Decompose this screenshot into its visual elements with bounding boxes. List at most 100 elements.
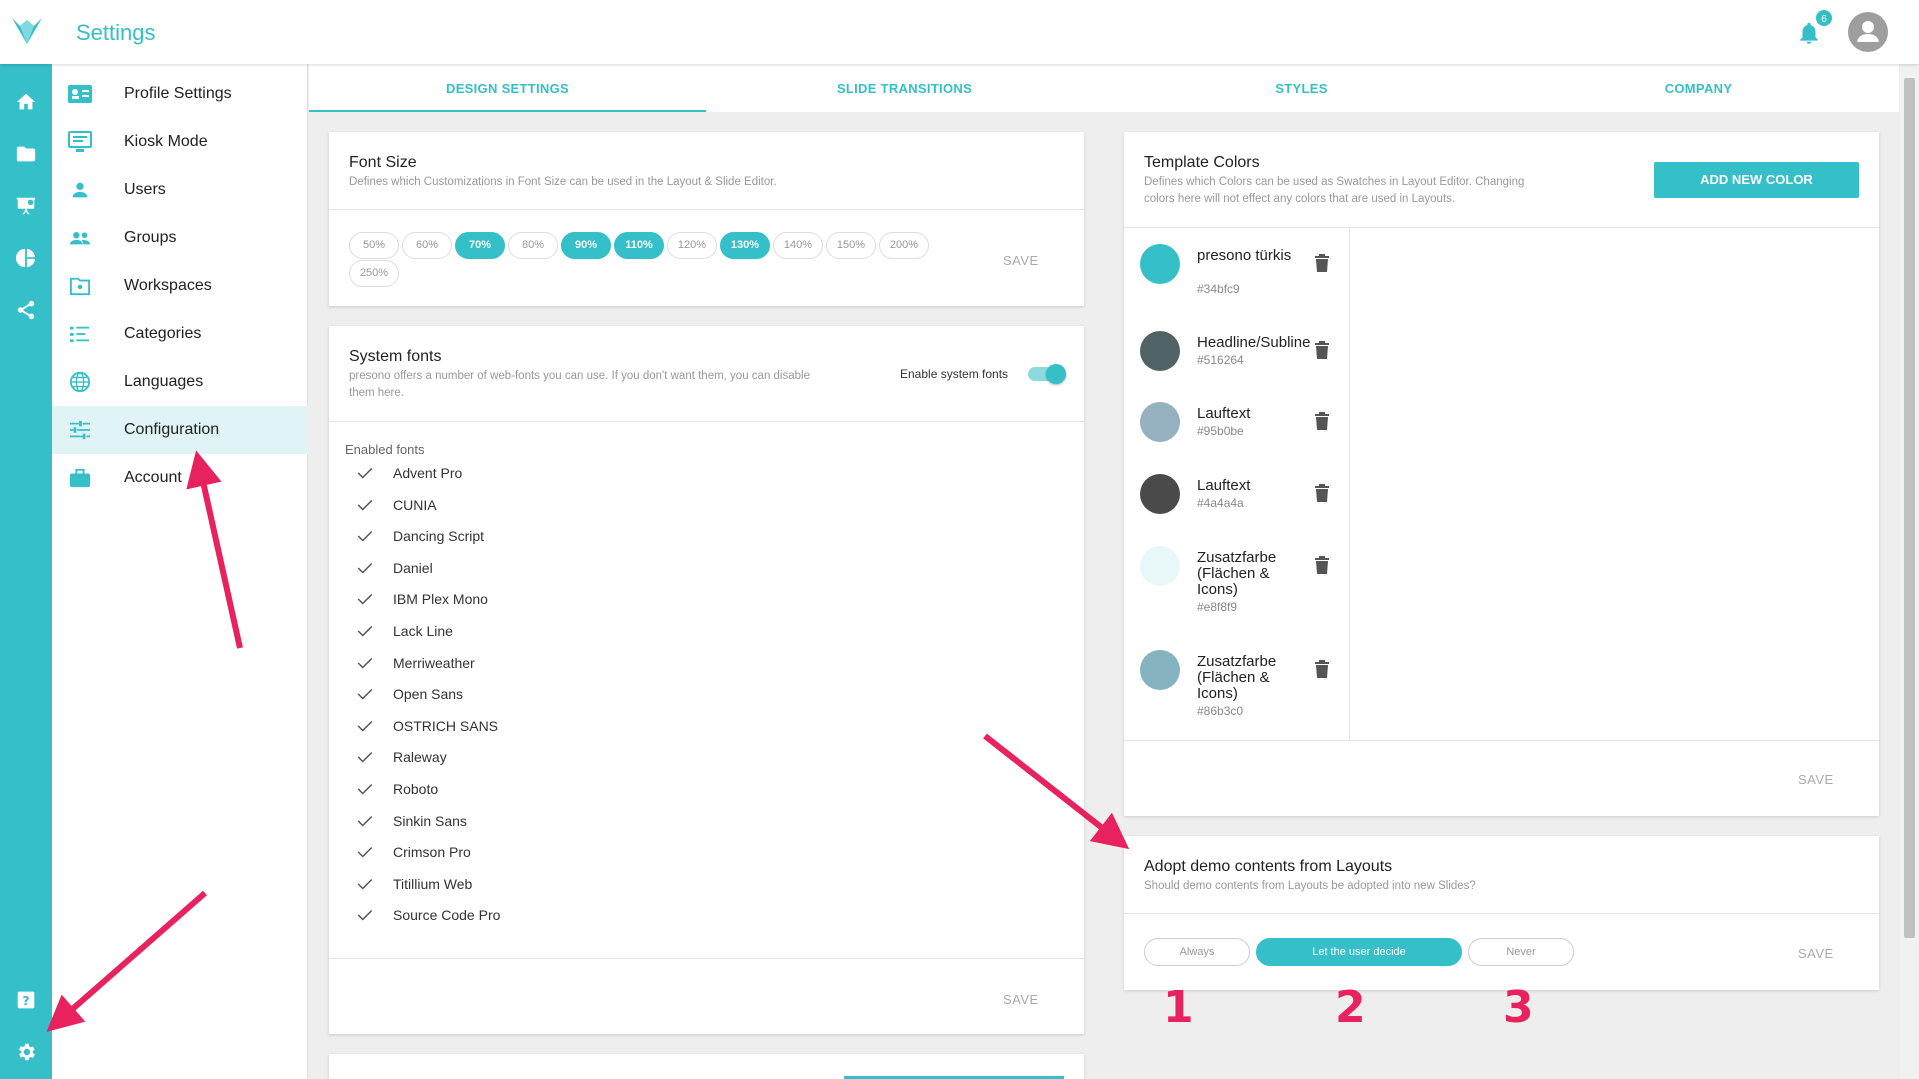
tab-design-settings[interactable]: DESIGN SETTINGS: [309, 64, 706, 112]
color-swatch[interactable]: [1140, 546, 1180, 586]
demo-contents-card: Adopt demo contents from Layouts Should …: [1124, 836, 1879, 990]
card-header: Template Colors Defines which Colors can…: [1124, 132, 1879, 228]
top-bar: Settings 6: [0, 0, 1919, 64]
sidebar-item-configuration[interactable]: Configuration: [52, 406, 308, 454]
font-size-chip[interactable]: 250%: [349, 260, 399, 287]
font-name: Source Code Pro: [393, 907, 501, 924]
color-swatch[interactable]: [1140, 402, 1180, 442]
font-size-subtitle: Defines which Customizations in Font Siz…: [349, 176, 777, 188]
svg-text:?: ?: [22, 993, 29, 1008]
color-hex: #4a4a4a: [1197, 496, 1244, 510]
page-scrollbar[interactable]: [1900, 64, 1919, 1079]
gear-icon[interactable]: [10, 1036, 42, 1068]
font-size-chip[interactable]: 150%: [826, 232, 876, 259]
trash-icon[interactable]: [1314, 341, 1330, 359]
font-size-chip[interactable]: 90%: [561, 232, 611, 259]
check-icon: [357, 657, 373, 669]
enable-system-fonts-toggle[interactable]: [1028, 364, 1066, 384]
enable-system-fonts-label: Enable system fonts: [900, 367, 1009, 381]
presono-logo[interactable]: [10, 14, 44, 48]
list-icon: [66, 320, 94, 348]
group-icon: [66, 224, 94, 252]
font-name: OSTRICH SANS: [393, 717, 499, 734]
sidebar-item-workspaces[interactable]: Workspaces: [52, 262, 308, 310]
demo-contents-save-button[interactable]: SAVE: [1798, 946, 1834, 961]
template-color-row: Zusatzfarbe (Flächen & Icons) #86b3c0: [1140, 650, 1340, 720]
trash-icon[interactable]: [1314, 660, 1330, 678]
sidebar-item-label: Configuration: [124, 421, 220, 438]
check-icon: [357, 689, 373, 700]
enabled-fonts-label: Enabled fonts: [345, 442, 425, 457]
font-size-chip[interactable]: 200%: [879, 232, 929, 259]
template-color-row: Headline/Subline #516264: [1140, 331, 1340, 401]
sidebar-item-users[interactable]: Users: [52, 166, 308, 214]
divider: [1124, 740, 1879, 741]
sidebar-item-label: Account: [124, 469, 182, 486]
font-name: Crimson Pro: [393, 844, 471, 861]
tab-styles[interactable]: STYLES: [1103, 64, 1500, 112]
scrollbar-thumb[interactable]: [1904, 78, 1915, 938]
color-name: Lauftext: [1197, 405, 1251, 422]
font-size-chip[interactable]: 120%: [667, 232, 717, 259]
color-hex: #516264: [1197, 353, 1244, 367]
pie-chart-icon[interactable]: [10, 242, 42, 274]
font-size-chip[interactable]: 130%: [720, 232, 770, 259]
trash-icon[interactable]: [1314, 484, 1330, 502]
template-color-row: Zusatzfarbe (Flächen & Icons) #e8f8f9: [1140, 546, 1340, 616]
profile-card-icon: [66, 80, 94, 108]
trash-icon[interactable]: [1314, 254, 1330, 272]
font-size-chip[interactable]: 140%: [773, 232, 823, 259]
check-icon: [357, 720, 373, 732]
system-fonts-card: System fonts presono offers a number of …: [329, 326, 1084, 1034]
font-name: Open Sans: [393, 686, 464, 703]
share-icon[interactable]: [10, 294, 42, 326]
font-size-chip[interactable]: 80%: [508, 232, 558, 259]
template-colors-subtitle-line: Defines which Colors can be used as Swat…: [1144, 176, 1525, 188]
font-name: Lack Line: [393, 623, 453, 639]
check-icon: [357, 752, 373, 763]
font-size-card: Font Size Defines which Customizations i…: [329, 132, 1084, 306]
sidebar-item-label: Profile Settings: [124, 85, 232, 102]
option-let-user-decide[interactable]: Let the user decide: [1256, 938, 1462, 966]
color-swatch[interactable]: [1140, 244, 1180, 284]
system-fonts-save-button[interactable]: SAVE: [1003, 992, 1039, 1007]
tab-slide-transitions[interactable]: SLIDE TRANSITIONS: [706, 64, 1103, 112]
check-icon: [357, 562, 373, 574]
color-swatch[interactable]: [1140, 474, 1180, 514]
folder-icon[interactable]: [10, 138, 42, 170]
sidebar-item-label: Users: [124, 181, 166, 198]
card-header: System fonts presono offers a number of …: [329, 326, 1084, 422]
avatar-person-icon: [1857, 21, 1879, 42]
help-icon[interactable]: ?: [10, 984, 42, 1016]
font-size-chip[interactable]: 110%: [614, 232, 664, 259]
sidebar-item-categories[interactable]: Categories: [52, 310, 308, 358]
sidebar-item-label: Workspaces: [124, 277, 212, 294]
sidebar-item-account[interactable]: Account: [52, 454, 308, 502]
font-size-chip[interactable]: 70%: [455, 232, 505, 259]
sidebar-item-groups[interactable]: Groups: [52, 214, 308, 262]
option-always[interactable]: Always: [1144, 938, 1250, 966]
settings-tabs: DESIGN SETTINGS SLIDE TRANSITIONS STYLES…: [309, 64, 1899, 112]
sidebar-item-kiosk-mode[interactable]: Kiosk Mode: [52, 118, 308, 166]
card-header: Adopt demo contents from Layouts Should …: [1124, 836, 1879, 914]
trash-icon[interactable]: [1314, 556, 1330, 574]
monitor-icon: [66, 128, 94, 156]
toggle-knob: [1046, 364, 1066, 384]
tab-company[interactable]: COMPANY: [1500, 64, 1897, 112]
trash-icon[interactable]: [1314, 412, 1330, 430]
template-colors-save-button[interactable]: SAVE: [1798, 772, 1834, 787]
sidebar-item-languages[interactable]: Languages: [52, 358, 308, 406]
home-icon[interactable]: [10, 86, 42, 118]
font-size-save-button[interactable]: SAVE: [1003, 253, 1039, 268]
user-avatar[interactable]: [1848, 12, 1888, 52]
color-swatch[interactable]: [1140, 331, 1180, 371]
add-new-color-button[interactable]: ADD NEW COLOR: [1654, 162, 1859, 198]
template-color-row: presono türkis #34bfc9: [1140, 244, 1340, 314]
option-never[interactable]: Never: [1468, 938, 1574, 966]
font-name: IBM Plex Mono: [393, 591, 488, 608]
sidebar-item-profile-settings[interactable]: Profile Settings: [52, 70, 308, 118]
color-swatch[interactable]: [1140, 650, 1180, 690]
presentation-icon[interactable]: [10, 190, 42, 222]
font-size-chip[interactable]: 50%: [349, 232, 399, 259]
font-size-chip[interactable]: 60%: [402, 232, 452, 259]
